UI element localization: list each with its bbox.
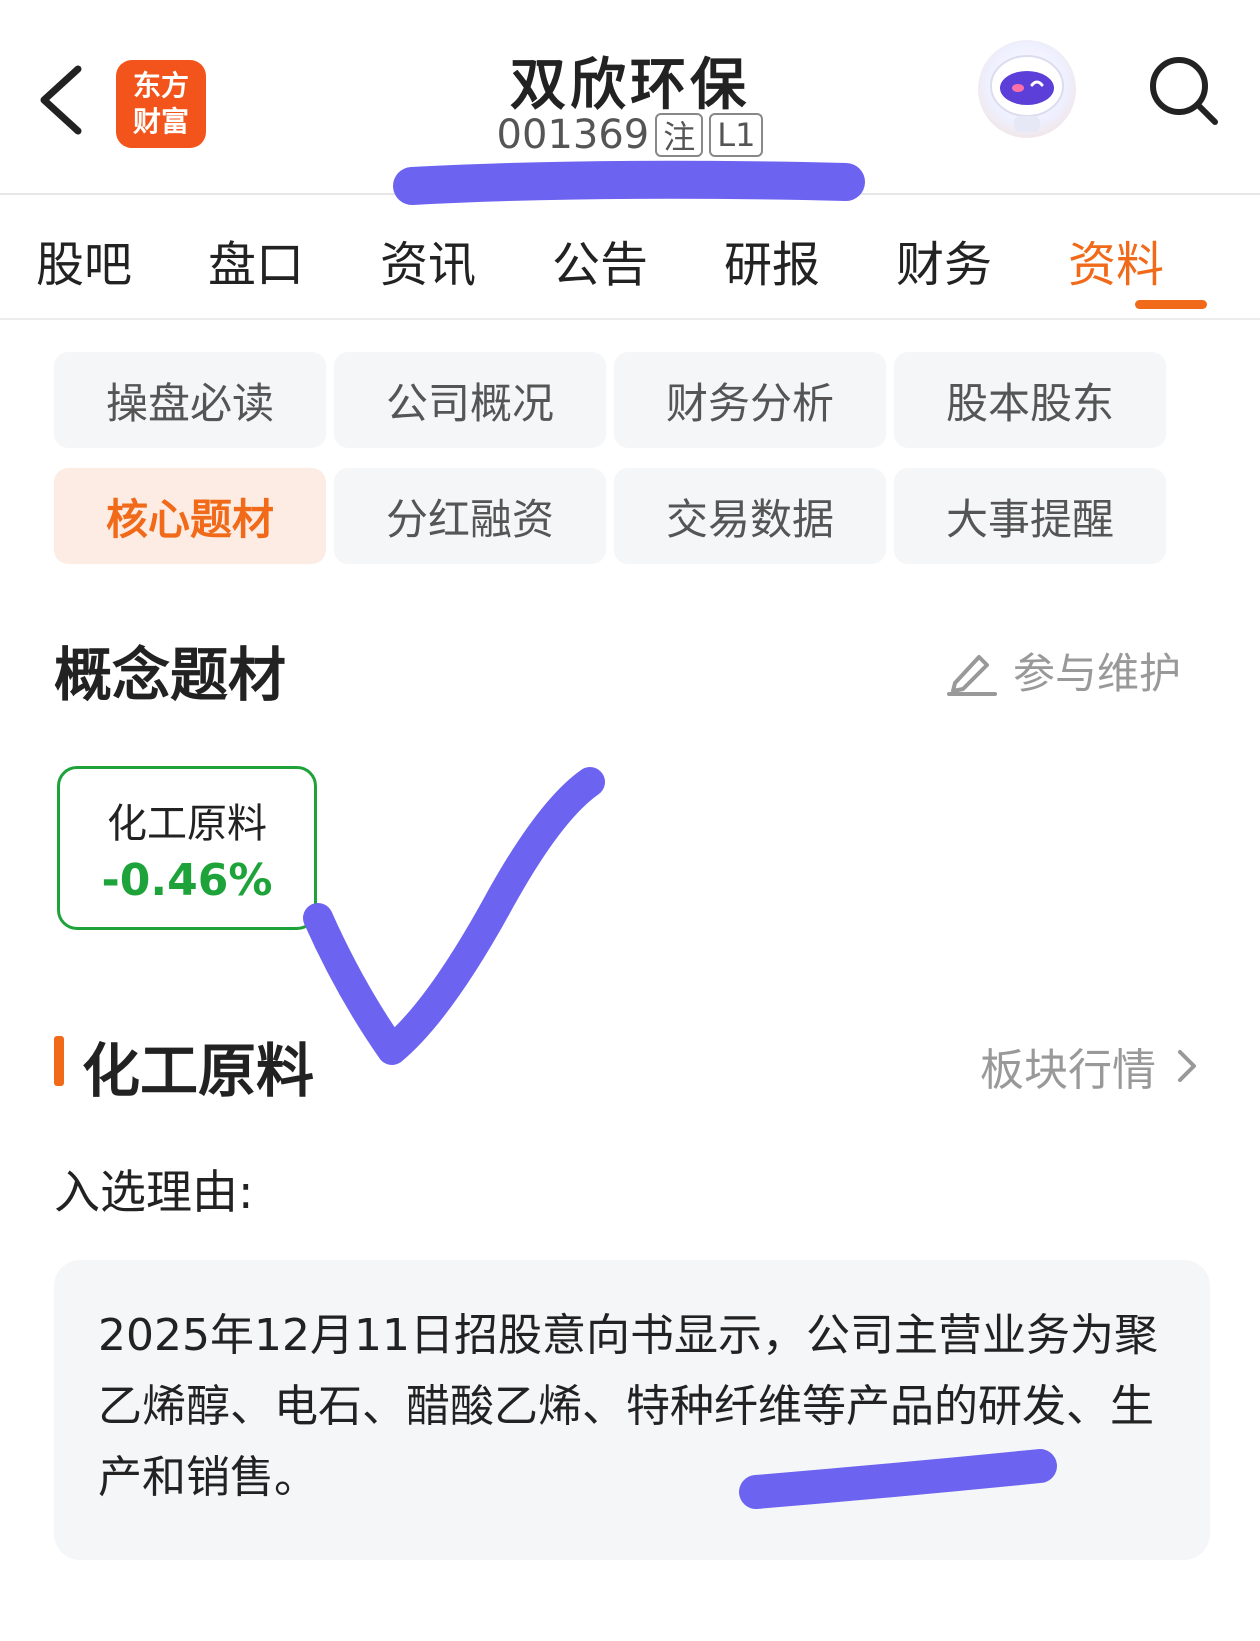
robot-avatar-icon <box>990 55 1064 132</box>
concept-card-name: 化工原料 <box>107 800 267 847</box>
sector-quote-link[interactable]: 板块行情 <box>980 1034 1198 1098</box>
tab-finance[interactable]: 财务 <box>896 225 992 295</box>
concept-card[interactable]: 化工原料 -0.46% <box>57 766 317 930</box>
reason-label: 入选理由: <box>54 1165 254 1219</box>
active-tab-indicator <box>1135 300 1207 309</box>
maintain-label: 参与维护 <box>1013 649 1182 698</box>
subnav-company-overview[interactable]: 公司概况 <box>334 352 606 448</box>
subnav-trading-data[interactable]: 交易数据 <box>614 468 886 564</box>
main-tabs: 股吧 盘口 资讯 公告 研报 财务 资料 <box>0 205 1260 315</box>
maintain-button[interactable]: 参与维护 <box>945 640 1181 701</box>
annotation-checkmark <box>303 767 605 1065</box>
search-button[interactable] <box>1145 50 1225 130</box>
subnav-financial-analysis[interactable]: 财务分析 <box>614 352 886 448</box>
subnav-dividends[interactable]: 分红融资 <box>334 468 606 564</box>
subnav-core-themes[interactable]: 核心题材 <box>54 468 326 564</box>
tab-announcements[interactable]: 公告 <box>552 225 648 295</box>
sector-quote-label: 板块行情 <box>980 1045 1156 1096</box>
tabs-divider <box>0 318 1260 320</box>
stock-code: 001369 <box>496 112 650 158</box>
stock-profile-page: 东方 财富 双欣环保 001369 注 L1 股吧 盘口 资讯 公告 研报 财务… <box>0 0 1260 1641</box>
reason-text: 2025年12月11日招股意向书显示，公司主营业务为聚乙烯醇、电石、醋酸乙烯、特… <box>98 1310 1158 1503</box>
tab-news[interactable]: 资讯 <box>380 225 476 295</box>
sector-title: 化工原料 <box>82 1037 315 1105</box>
level-tag: L1 <box>709 113 764 157</box>
header-divider <box>0 193 1260 195</box>
search-icon <box>1150 57 1218 125</box>
reason-box: 2025年12月11日招股意向书显示，公司主营业务为聚乙烯醇、电石、醋酸乙烯、特… <box>54 1260 1210 1560</box>
tab-pankou[interactable]: 盘口 <box>208 225 304 295</box>
edit-icon <box>947 654 997 696</box>
subnav-shareholders[interactable]: 股本股东 <box>894 352 1166 448</box>
subnav-events[interactable]: 大事提醒 <box>894 468 1166 564</box>
tab-profile[interactable]: 资料 <box>1068 225 1164 295</box>
subnav-must-read[interactable]: 操盘必读 <box>54 352 326 448</box>
section-accent-bar <box>54 1036 64 1086</box>
tab-guba[interactable]: 股吧 <box>36 225 132 295</box>
stock-subtitle: 001369 注 L1 <box>0 112 1260 158</box>
tab-research[interactable]: 研报 <box>724 225 820 295</box>
chevron-right-icon <box>1178 1050 1196 1082</box>
top-header: 东方 财富 双欣环保 001369 注 L1 <box>0 0 1260 195</box>
concept-section-title: 概念题材 <box>54 641 287 709</box>
register-tag: 注 <box>655 113 704 157</box>
assistant-avatar[interactable] <box>978 40 1076 138</box>
concept-card-change: -0.46% <box>101 854 273 906</box>
